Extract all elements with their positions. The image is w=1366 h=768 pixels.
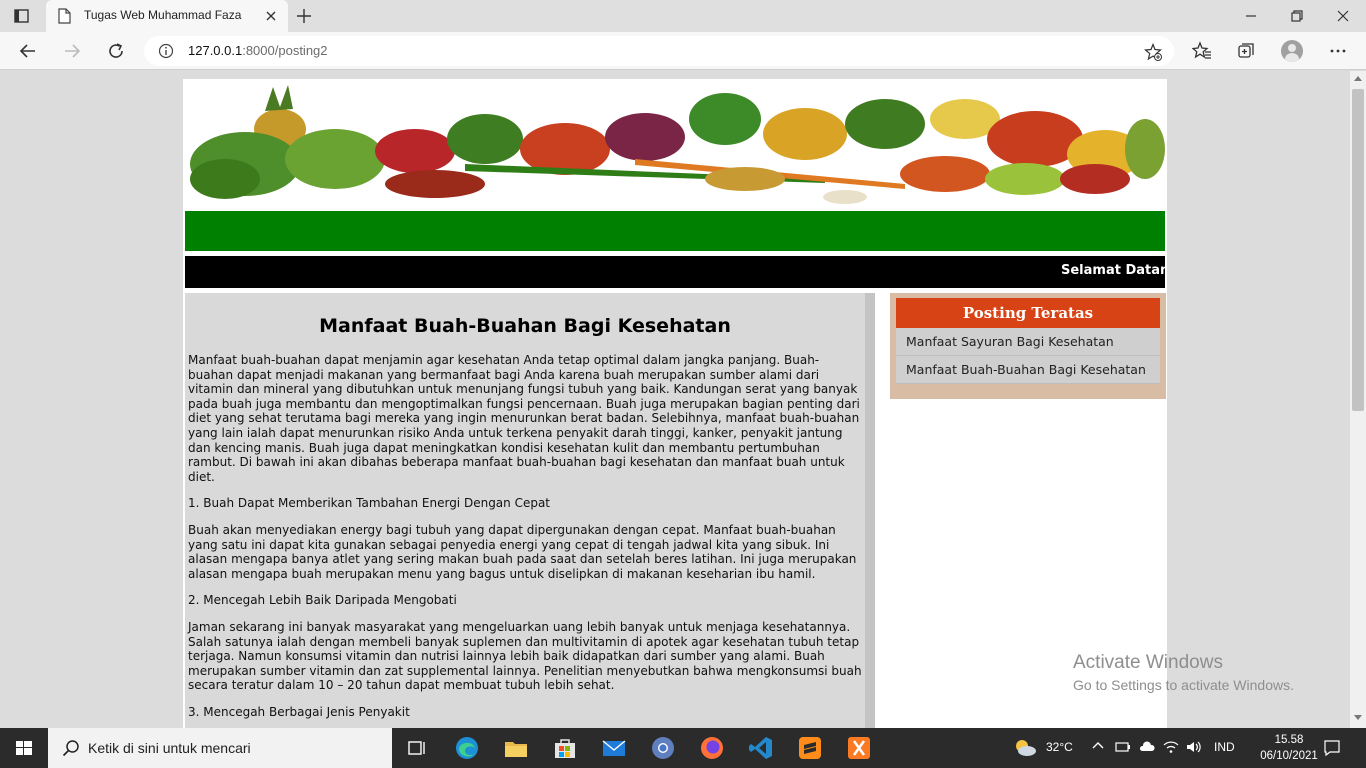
url-text: 127.0.0.1:8000/posting2	[188, 43, 328, 58]
search-icon	[62, 740, 79, 757]
onedrive-cloud-icon[interactable]	[1138, 738, 1156, 756]
restore-icon[interactable]	[1287, 6, 1307, 26]
article-subheading: 3. Mencegah Berbagai Jenis Penyakit	[188, 704, 410, 719]
new-tab-icon[interactable]	[296, 8, 312, 24]
article-subheading: 2. Mencegah Lebih Baik Daripada Mengobat…	[188, 593, 457, 608]
store-icon[interactable]	[551, 734, 579, 762]
mail-icon[interactable]	[600, 734, 628, 762]
navigation-bar	[185, 211, 1165, 251]
scroll-thumb[interactable]	[1352, 89, 1364, 411]
article-paragraph: Jaman sekarang ini banyak masyarakat yan…	[188, 619, 862, 693]
back-icon[interactable]	[18, 41, 38, 61]
sidebar-link-buah[interactable]: Manfaat Buah-Buahan Bagi Kesehatan	[896, 356, 1160, 384]
top-posts-list: Manfaat Sayuran Bagi Kesehatan Manfaat B…	[896, 328, 1160, 384]
add-favorite-icon[interactable]	[1144, 43, 1162, 61]
search-placeholder: Ketik di sini untuk mencari	[88, 740, 251, 756]
clock-date: 06/10/2021	[1260, 750, 1318, 762]
chrome-icon[interactable]	[649, 734, 677, 762]
tab-actions-icon[interactable]	[10, 6, 32, 26]
taskbar-search[interactable]: Ketik di sini untuk mencari	[48, 728, 392, 768]
windows-start-icon[interactable]	[0, 728, 48, 768]
scroll-down-icon[interactable]	[1354, 715, 1362, 720]
battery-icon[interactable]	[1114, 738, 1132, 756]
address-bar-row: 127.0.0.1:8000/posting2	[0, 32, 1366, 70]
taskbar-clock[interactable]: 15.58 06/10/2021	[1258, 732, 1320, 764]
site-info-icon[interactable]	[158, 43, 174, 59]
url-field[interactable]: 127.0.0.1:8000/posting2	[144, 36, 1174, 66]
vscode-icon[interactable]	[747, 734, 775, 762]
weather-icon[interactable]	[1011, 734, 1039, 762]
header-banner-image	[185, 79, 1165, 211]
article-paragraph: Manfaat buah-buahan dapat menjamin agar …	[188, 353, 860, 484]
watermark-subtitle: Go to Settings to activate Windows.	[1073, 677, 1294, 693]
tab-bar: Tugas Web Muhammad Faza	[0, 0, 1366, 32]
article-content: Manfaat Buah-Buahan Bagi Kesehatan Manfa…	[185, 293, 875, 728]
browser-tab[interactable]: Tugas Web Muhammad Faza	[46, 0, 288, 32]
profile-avatar[interactable]	[1281, 40, 1303, 62]
article-paragraph: Buah akan menyediakan energy bagi tubuh …	[188, 522, 857, 581]
watermark-title: Activate Windows	[1073, 652, 1223, 673]
volume-icon[interactable]	[1185, 738, 1203, 756]
minimize-icon[interactable]	[1241, 6, 1261, 26]
task-view-icon[interactable]	[403, 734, 431, 762]
page-viewport: Selamat Datang d Manfaat Buah-Buahan Bag…	[0, 71, 1350, 728]
page-favicon-icon	[58, 8, 71, 24]
tab-title: Tugas Web Muhammad Faza	[84, 8, 242, 22]
tray-chevron-up-icon[interactable]	[1090, 738, 1106, 754]
forward-icon[interactable]	[62, 41, 82, 61]
scroll-up-icon[interactable]	[1354, 76, 1362, 81]
sublime-text-icon[interactable]	[796, 734, 824, 762]
collections-icon[interactable]	[1236, 41, 1256, 61]
article-title: Manfaat Buah-Buahan Bagi Kesehatan	[319, 315, 731, 337]
windows-taskbar: Ketik di sini untuk mencari 32°C IND 15.…	[0, 728, 1366, 768]
wifi-icon[interactable]	[1162, 738, 1180, 756]
edge-browser-icon[interactable]	[453, 734, 481, 762]
language-indicator[interactable]: IND	[1214, 740, 1235, 768]
file-explorer-icon[interactable]	[502, 734, 530, 762]
marquee-text: Selamat Datang d	[1061, 263, 1165, 278]
sidebar-link-sayuran[interactable]: Manfaat Sayuran Bagi Kesehatan	[896, 328, 1160, 356]
notification-icon[interactable]	[1322, 738, 1342, 758]
activate-windows-watermark: Activate Windows Go to Settings to activ…	[1073, 652, 1294, 693]
favorites-icon[interactable]	[1192, 41, 1212, 61]
page-scrollbar[interactable]	[1350, 71, 1366, 728]
temperature-label: 32°C	[1046, 740, 1073, 754]
firefox-icon[interactable]	[698, 734, 726, 762]
top-posts-sidebar: Posting Teratas Manfaat Sayuran Bagi Kes…	[890, 293, 1166, 399]
more-options-icon[interactable]	[1328, 41, 1348, 61]
page-container: Selamat Datang d Manfaat Buah-Buahan Bag…	[183, 79, 1167, 728]
close-window-icon[interactable]	[1333, 6, 1353, 26]
welcome-marquee: Selamat Datang d	[185, 256, 1165, 288]
close-tab-icon[interactable]	[264, 9, 278, 23]
clock-time: 15.58	[1274, 734, 1304, 746]
article-subheading: 1. Buah Dapat Memberikan Tambahan Energi…	[188, 496, 551, 511]
xampp-icon[interactable]	[845, 734, 873, 762]
sidebar-heading: Posting Teratas	[896, 298, 1160, 328]
refresh-icon[interactable]	[106, 41, 126, 61]
